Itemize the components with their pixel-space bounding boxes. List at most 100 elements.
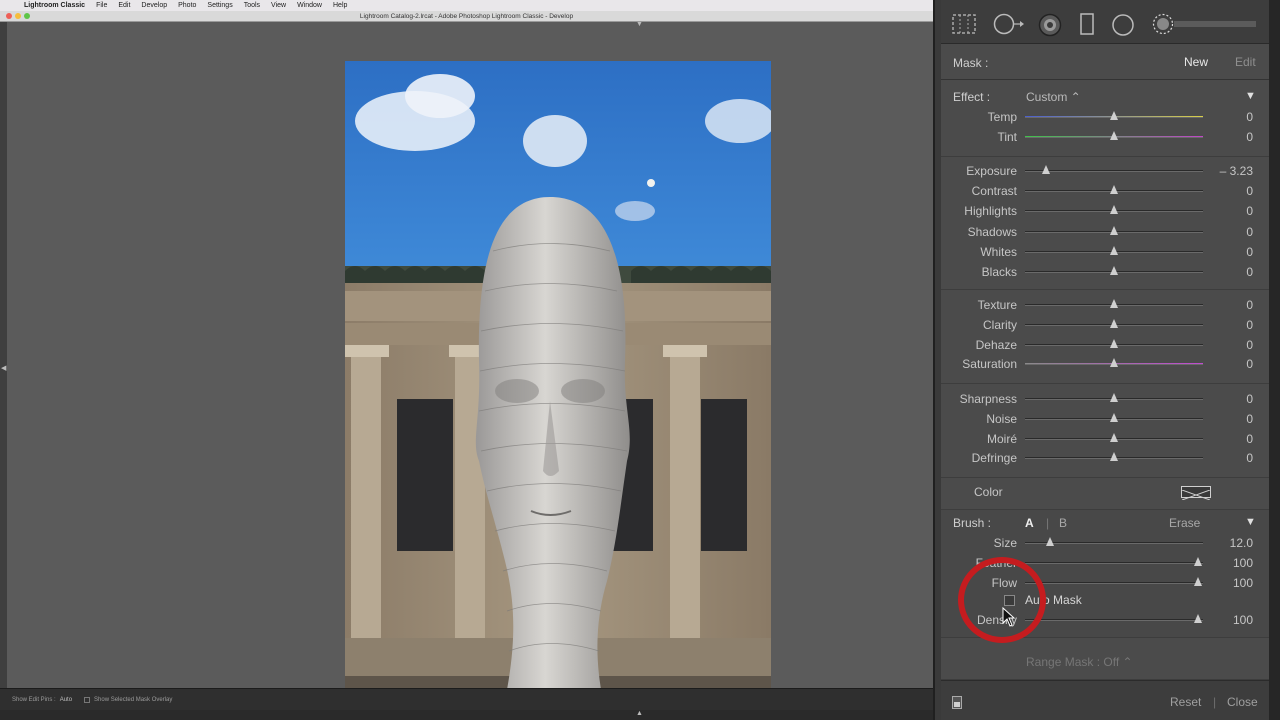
temp-thumb[interactable]: [1110, 111, 1118, 120]
whites-thumb[interactable]: [1110, 245, 1118, 255]
clarity-value[interactable]: 0: [1246, 318, 1253, 332]
dehaze-value[interactable]: 0: [1246, 338, 1253, 352]
whites-value[interactable]: 0: [1246, 245, 1253, 259]
crop-overlay-icon[interactable]: [951, 13, 977, 35]
brush-b-button[interactable]: B: [1059, 516, 1067, 530]
menu-tools[interactable]: Tools: [244, 2, 260, 9]
density-thumb[interactable]: [1193, 614, 1202, 623]
texture-value[interactable]: 0: [1246, 298, 1253, 312]
shadows-value[interactable]: 0: [1246, 225, 1253, 239]
contrast-slider[interactable]: Contrast 0: [941, 181, 1269, 201]
tint-slider[interactable]: Tint 0: [941, 127, 1269, 147]
shadows-thumb[interactable]: [1110, 225, 1118, 235]
highlights-slider[interactable]: Highlights 0: [941, 201, 1269, 221]
menu-view[interactable]: View: [271, 2, 286, 9]
graduated-filter-icon[interactable]: [1079, 13, 1095, 35]
highlights-value[interactable]: 0: [1246, 204, 1253, 218]
feather-thumb[interactable]: [1193, 557, 1202, 566]
exposure-value[interactable]: – 3.23: [1220, 164, 1253, 178]
dehaze-slider[interactable]: Dehaze 0: [941, 335, 1269, 355]
tint-value[interactable]: 0: [1246, 130, 1253, 144]
tint-thumb[interactable]: [1110, 131, 1118, 140]
menu-develop[interactable]: Develop: [141, 2, 167, 9]
effect-collapse-icon[interactable]: ▼: [1245, 90, 1256, 102]
sharpness-value[interactable]: 0: [1246, 392, 1253, 406]
clarity-thumb[interactable]: [1110, 318, 1118, 328]
menu-file[interactable]: File: [96, 2, 107, 9]
exposure-slider[interactable]: Exposure – 3.23: [941, 161, 1269, 181]
filmstrip-toggle-icon[interactable]: ▲: [636, 710, 643, 717]
show-mask-overlay-checkbox[interactable]: [84, 696, 91, 703]
menu-window[interactable]: Window: [297, 2, 322, 9]
adjustment-brush-icon[interactable]: [1152, 13, 1262, 35]
sharpness-thumb[interactable]: [1110, 393, 1118, 402]
blacks-slider[interactable]: Blacks 0: [941, 262, 1269, 282]
defringe-slider[interactable]: Defringe 0: [941, 448, 1269, 468]
red-eye-icon[interactable]: [1038, 13, 1062, 37]
saturation-value[interactable]: 0: [1246, 357, 1253, 371]
show-edit-pins-value[interactable]: Auto: [60, 697, 72, 703]
size-thumb[interactable]: [1045, 537, 1054, 546]
brush-a-button[interactable]: A: [1025, 516, 1034, 530]
clarity-slider[interactable]: Clarity 0: [941, 315, 1269, 335]
moir-value[interactable]: 0: [1246, 432, 1253, 446]
menu-app-name[interactable]: Lightroom Classic: [24, 2, 85, 9]
temp-slider[interactable]: Temp 0: [941, 107, 1269, 127]
noise-thumb[interactable]: [1110, 412, 1118, 422]
photo-preview[interactable]: [345, 61, 771, 700]
menu-help[interactable]: Help: [333, 2, 347, 9]
temp-value[interactable]: 0: [1246, 110, 1253, 124]
close-button[interactable]: Close: [1227, 695, 1258, 709]
size-slider[interactable]: Size 12.0: [941, 533, 1269, 553]
menu-photo[interactable]: Photo: [178, 2, 196, 9]
defringe-value[interactable]: 0: [1246, 451, 1253, 465]
whites-slider[interactable]: Whites 0: [941, 242, 1269, 262]
size-value[interactable]: 12.0: [1230, 536, 1253, 550]
show-edit-pins[interactable]: Show Edit Pins : Auto: [12, 697, 72, 703]
left-panel-edge[interactable]: [0, 22, 7, 688]
dehaze-thumb[interactable]: [1110, 338, 1118, 348]
defringe-thumb[interactable]: [1110, 452, 1118, 462]
top-panel-toggle-icon[interactable]: ▼: [636, 21, 643, 28]
exposure-thumb[interactable]: [1042, 165, 1051, 174]
density-track[interactable]: [1025, 619, 1203, 621]
contrast-thumb[interactable]: [1110, 185, 1118, 195]
brush-erase-button[interactable]: Erase: [1169, 516, 1200, 530]
range-mask-dropdown[interactable]: Range Mask : Off ⌃: [1026, 655, 1133, 669]
blacks-value[interactable]: 0: [1246, 265, 1253, 279]
flow-value[interactable]: 100: [1233, 576, 1253, 590]
texture-thumb[interactable]: [1110, 299, 1118, 308]
highlights-thumb[interactable]: [1110, 205, 1118, 215]
blacks-thumb[interactable]: [1110, 266, 1118, 275]
left-panel-toggle-icon[interactable]: ◀: [1, 364, 6, 372]
flow-thumb[interactable]: [1193, 577, 1202, 586]
saturation-thumb[interactable]: [1110, 358, 1118, 368]
moir-thumb[interactable]: [1110, 432, 1118, 442]
mask-edit-button[interactable]: Edit: [1235, 55, 1256, 69]
brush-collapse-icon[interactable]: ▼: [1245, 516, 1256, 528]
panel-enable-switch-icon[interactable]: [952, 696, 962, 709]
feather-track[interactable]: [1025, 562, 1203, 564]
exposure-track[interactable]: [1025, 170, 1203, 172]
feather-value[interactable]: 100: [1233, 556, 1253, 570]
menu-edit[interactable]: Edit: [118, 2, 130, 9]
menu-settings[interactable]: Settings: [207, 2, 232, 9]
show-mask-overlay[interactable]: Show Selected Mask Overlay: [84, 696, 172, 703]
density-value[interactable]: 100: [1233, 613, 1253, 627]
right-panel-edge[interactable]: [1268, 0, 1280, 720]
noise-slider[interactable]: Noise 0: [941, 409, 1269, 429]
reset-button[interactable]: Reset: [1170, 695, 1201, 709]
contrast-value[interactable]: 0: [1246, 184, 1253, 198]
saturation-slider[interactable]: Saturation 0: [941, 354, 1269, 374]
color-swatch[interactable]: [1181, 486, 1211, 501]
shadows-slider[interactable]: Shadows 0: [941, 222, 1269, 242]
radial-filter-icon[interactable]: [1111, 13, 1135, 37]
mask-new-button[interactable]: New: [1184, 55, 1208, 69]
flow-track[interactable]: [1025, 582, 1203, 584]
texture-slider[interactable]: Texture 0: [941, 295, 1269, 315]
effect-preset-dropdown[interactable]: Custom ⌃: [1026, 90, 1081, 104]
moir-slider[interactable]: Moiré 0: [941, 429, 1269, 449]
sharpness-slider[interactable]: Sharpness 0: [941, 389, 1269, 409]
noise-value[interactable]: 0: [1246, 412, 1253, 426]
spot-removal-icon[interactable]: [993, 13, 1025, 35]
